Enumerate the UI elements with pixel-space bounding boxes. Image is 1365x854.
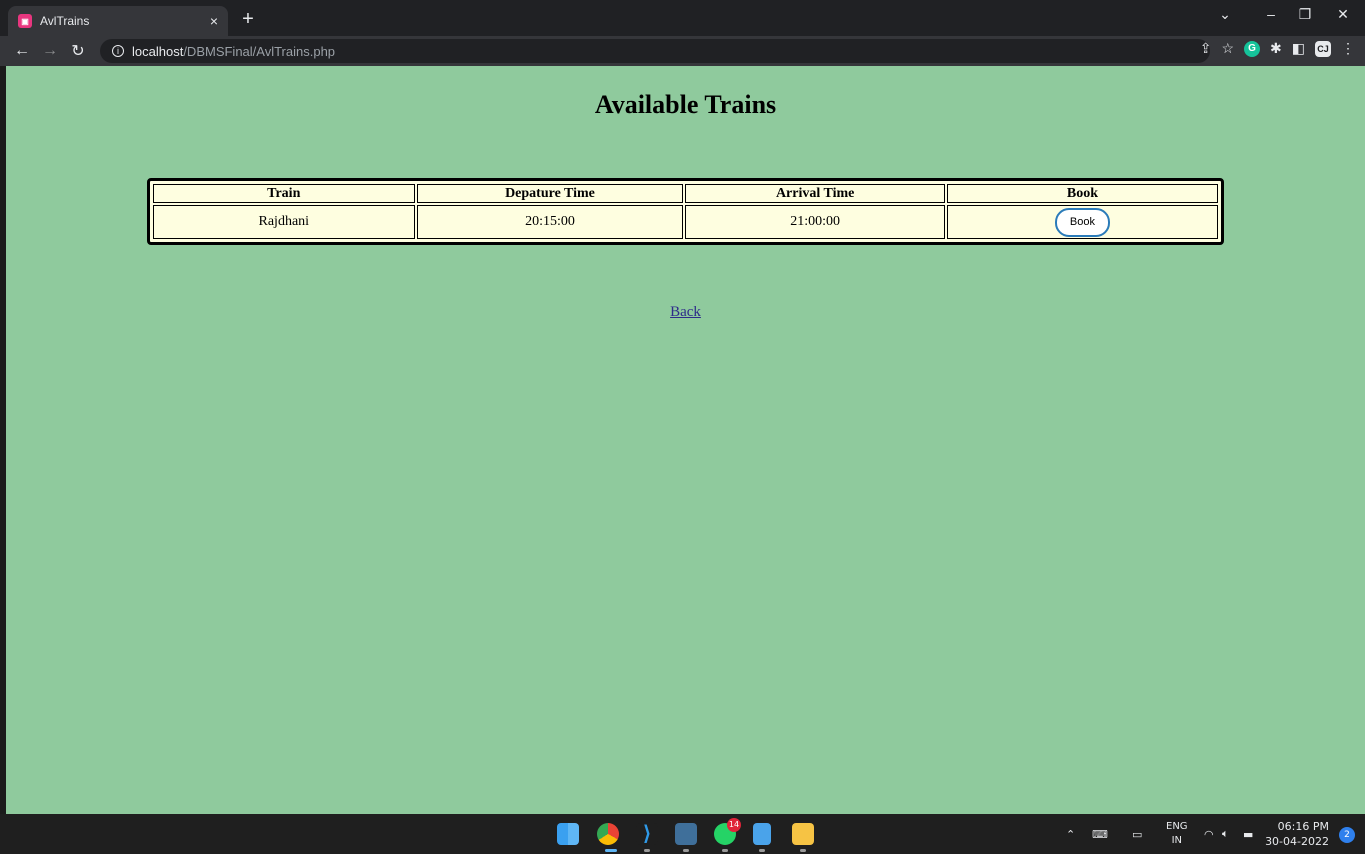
page-title: Available Trains: [594, 90, 777, 119]
battery-icon[interactable]: ▬: [1243, 814, 1253, 854]
trains-table: Train Depature Time Arrival Time Book Ra…: [147, 178, 1224, 245]
page-viewport: Available Trains Train Depature Time Arr…: [6, 66, 1365, 814]
back-link-container: Back: [6, 304, 1365, 321]
system-clock[interactable]: 06:16 PM 30-04-2022: [1265, 819, 1329, 849]
book-button[interactable]: Book: [1054, 207, 1110, 237]
tab-title: AvlTrains: [40, 14, 90, 28]
bookmark-star-icon[interactable]: ☆: [1221, 40, 1234, 57]
file-explorer-icon[interactable]: [792, 823, 814, 845]
cj-extension-icon[interactable]: CJ: [1315, 40, 1331, 57]
taskbar: ⟩ 14 ⌃ ⌨ ▭ ENG IN ◠ 🔈︎ ▬ 06:16 PM 30-04-…: [0, 814, 1365, 854]
workbench-running-indicator: [683, 849, 689, 852]
close-window-button[interactable]: ✕: [1328, 6, 1358, 23]
restore-button[interactable]: ❐: [1290, 6, 1320, 23]
browser-tab[interactable]: ▣ AvlTrains ×: [8, 6, 228, 36]
explorer-running-indicator: [800, 849, 806, 852]
table-header-row: Train Depature Time Arrival Time Book: [153, 184, 1218, 203]
whatsapp-badge: 14: [727, 818, 741, 832]
address-bar[interactable]: i localhost /DBMSFinal/AvlTrains.php: [100, 39, 1210, 63]
volume-icon[interactable]: 🔈︎: [1222, 814, 1229, 854]
touch-keyboard-icon[interactable]: ⌨: [1092, 814, 1108, 854]
book-cell: Book: [946, 205, 1218, 239]
language-code: ENG: [1166, 821, 1188, 832]
browser-menu-icon[interactable]: ⋮: [1341, 40, 1355, 57]
forward-arrow-icon[interactable]: →: [36, 42, 64, 60]
vscode-running-indicator: [644, 849, 650, 852]
chrome-icon[interactable]: [597, 823, 619, 845]
language-indicator[interactable]: ENG IN: [1166, 820, 1188, 848]
column-header-arrival: Arrival Time: [685, 184, 945, 203]
notification-badge[interactable]: 2: [1339, 827, 1355, 843]
table-row: Rajdhani 20:15:00 21:00:00 Book: [153, 205, 1218, 239]
browser-toolbar: ← → ↻ i localhost /DBMSFinal/AvlTrains.p…: [0, 36, 1365, 66]
site-favicon-icon: ▣: [18, 14, 32, 28]
chrome-active-indicator: [605, 849, 617, 852]
train-name-cell: Rajdhani: [153, 205, 415, 239]
pen-menu-icon[interactable]: ▭: [1132, 814, 1142, 854]
windows-start-icon[interactable]: [557, 823, 579, 845]
column-header-train: Train: [153, 184, 415, 203]
whatsapp-running-indicator: [722, 849, 728, 852]
grammarly-extension-icon[interactable]: G: [1244, 40, 1261, 57]
column-header-departure: Depature Time: [416, 184, 684, 203]
region-code: IN: [1171, 835, 1182, 846]
back-link[interactable]: Back: [670, 304, 701, 320]
clock-date: 30-04-2022: [1265, 835, 1329, 848]
site-info-icon[interactable]: i: [112, 45, 124, 57]
back-arrow-icon[interactable]: ←: [8, 42, 36, 60]
reload-icon[interactable]: ↻: [64, 41, 92, 61]
column-header-book: Book: [946, 184, 1218, 203]
url-path: /DBMSFinal/AvlTrains.php: [183, 43, 336, 59]
toolbar-actions: ⇪ ☆ G ✱ ◧ CJ ⋮: [1200, 40, 1355, 57]
arrival-time-cell: 21:00:00: [685, 205, 945, 239]
share-icon[interactable]: ⇪: [1200, 40, 1212, 57]
mysql-workbench-icon[interactable]: [675, 823, 697, 845]
clock-time: 06:16 PM: [1277, 820, 1329, 833]
browser-tabstrip: ▣ AvlTrains × + ⌄ – ❐ ✕: [0, 0, 1365, 36]
tab-close-icon[interactable]: ×: [210, 13, 218, 29]
notepad-running-indicator: [759, 849, 765, 852]
extensions-puzzle-icon[interactable]: ✱: [1270, 40, 1282, 57]
new-tab-button[interactable]: +: [236, 8, 260, 32]
side-panel-icon[interactable]: ◧: [1292, 40, 1305, 57]
url-host: localhost: [132, 43, 184, 59]
wifi-icon[interactable]: ◠: [1204, 814, 1214, 854]
minimize-button[interactable]: –: [1256, 6, 1286, 22]
departure-time-cell: 20:15:00: [416, 205, 684, 239]
tab-search-icon[interactable]: ⌄: [1210, 6, 1240, 23]
vscode-icon[interactable]: ⟩: [636, 823, 658, 845]
notepad-icon[interactable]: [753, 823, 771, 845]
show-hidden-icons-icon[interactable]: ⌃: [1066, 814, 1075, 854]
